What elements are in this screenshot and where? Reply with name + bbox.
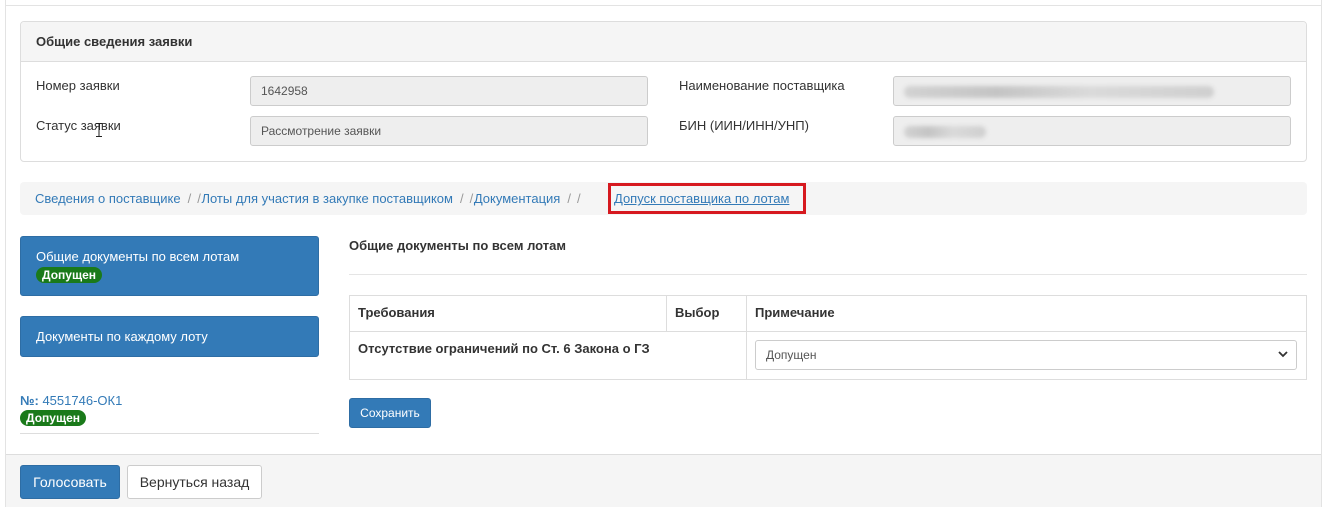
note-select[interactable]: Допущен: [755, 340, 1297, 370]
text-cursor-icon: [96, 123, 102, 137]
per-lot-docs-label: Документы по каждому лоту: [36, 329, 208, 344]
header-requirements: Требования: [349, 295, 667, 332]
breadcrumb-separator: /: [459, 191, 464, 206]
top-divider: [5, 5, 1322, 6]
general-info-panel: Общие сведения заявки Номер заявки 16429…: [20, 21, 1307, 162]
bin-label: БИН (ИИН/ИНН/УНП): [679, 118, 809, 133]
breadcrumb-separator: /: [567, 191, 571, 206]
table-row: Отсутствие ограничений по Ст. 6 Закона о…: [349, 331, 1307, 380]
section-divider: [349, 274, 1307, 275]
back-button[interactable]: Вернуться назад: [127, 465, 262, 499]
redacted-text: [904, 126, 986, 138]
per-lot-docs-button[interactable]: Документы по каждому лоту: [20, 316, 319, 357]
chevron-down-icon: [1278, 351, 1288, 358]
lot-number-prefix: №:: [20, 393, 39, 408]
common-docs-label: Общие документы по всем лотам: [36, 249, 240, 264]
status-label: Статус заявки: [36, 118, 121, 133]
status-badge: Допущен: [36, 267, 102, 283]
lot-divider: [20, 433, 319, 434]
requirement-cell: Отсутствие ограничений по Ст. 6 Закона о…: [349, 331, 747, 380]
supplier-name-field: [893, 76, 1291, 106]
bin-field: [893, 116, 1291, 146]
redacted-text: [904, 86, 1214, 98]
breadcrumb-separator: /: [469, 191, 474, 206]
requirements-table: Требования Выбор Примечание Отсутствие о…: [349, 295, 1307, 380]
common-docs-button[interactable]: Общие документы по всем лотам Допущен: [20, 236, 319, 296]
lot-number-link[interactable]: №: 4551746-ОК1 Допущен: [20, 393, 122, 426]
header-note: Примечание: [746, 295, 1307, 332]
header-choice: Выбор: [666, 295, 747, 332]
breadcrumb-lots[interactable]: Лоты для участия в закупке поставщиком: [201, 191, 453, 206]
lot-number-value: 4551746-ОК1: [42, 393, 123, 408]
save-button[interactable]: Сохранить: [349, 398, 431, 428]
table-header-row: Требования Выбор Примечание: [349, 295, 1307, 332]
status-field: Рассмотрение заявки: [250, 116, 648, 146]
breadcrumb-documentation[interactable]: Документация: [474, 191, 561, 206]
note-cell: Допущен: [746, 331, 1307, 380]
breadcrumb-separator: /: [187, 191, 192, 206]
breadcrumb-supplier-info[interactable]: Сведения о поставщике: [35, 191, 181, 206]
supplier-name-label: Наименование поставщика: [679, 78, 845, 93]
request-number-field: 1642958: [250, 76, 648, 106]
section-title: Общие документы по всем лотам: [349, 238, 566, 253]
breadcrumb-separator: /: [576, 191, 581, 206]
status-badge: Допущен: [20, 410, 86, 426]
note-select-value: Допущен: [766, 348, 817, 362]
panel-heading: Общие сведения заявки: [21, 22, 1306, 62]
request-number-label: Номер заявки: [36, 78, 120, 93]
breadcrumb-supplier-admission[interactable]: Допуск поставщика по лотам: [614, 191, 789, 206]
vote-button[interactable]: Голосовать: [20, 465, 120, 499]
